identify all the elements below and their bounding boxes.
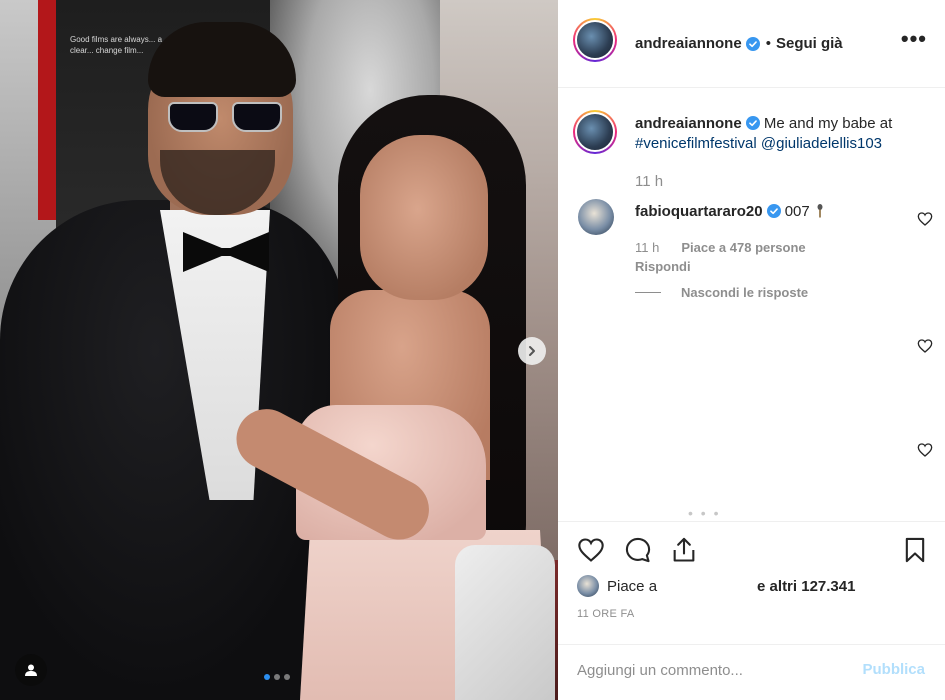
likes-summary[interactable]: Piace a e altri 127.341 — [577, 575, 855, 597]
carousel-indicator — [264, 674, 290, 680]
post-header: andreaiannone • Segui già ••• — [558, 0, 945, 88]
chevron-right-icon — [529, 346, 535, 356]
post-photo[interactable]: Good films are always... a clear... chan… — [0, 0, 558, 700]
hide-replies-button[interactable]: Nascondi le risposte — [635, 285, 808, 300]
caption-hashtag[interactable]: #venicefilmfestival — [635, 135, 757, 152]
liker-avatar — [577, 575, 599, 597]
carousel-dot — [264, 674, 270, 680]
post-details-panel: andreaiannone • Segui già ••• andreaiann… — [558, 0, 945, 700]
caption-author-avatar[interactable] — [573, 110, 617, 154]
caption-text: Me and my babe at — [763, 115, 893, 132]
woman-face — [360, 135, 488, 300]
reply-button[interactable]: Rispondi — [635, 259, 691, 274]
like-heart-icon[interactable] — [577, 536, 605, 564]
comment-likes-count[interactable]: Piace a 478 persone — [681, 240, 805, 255]
comment-like-icon[interactable] — [917, 211, 933, 227]
photo-red-banner — [38, 0, 56, 220]
woman-bag — [455, 545, 555, 700]
caption-timestamp: 11 h — [635, 173, 664, 190]
commenter-avatar[interactable] — [578, 199, 614, 235]
add-comment-bar: Pubblica — [558, 644, 945, 700]
microphone-emoji-icon — [817, 204, 823, 218]
hide-replies-label: Nascondi le risposte — [681, 285, 809, 300]
comment-bubble-icon[interactable] — [624, 536, 652, 564]
reply-like-icon[interactable] — [917, 338, 933, 354]
publish-button[interactable]: Pubblica — [862, 661, 925, 678]
bookmark-icon[interactable] — [901, 536, 929, 564]
verified-badge-icon — [766, 204, 781, 218]
share-icon[interactable] — [670, 536, 698, 564]
likes-prefix: Piace a — [607, 577, 658, 595]
commenter-username[interactable]: fabioquartararo20 — [635, 203, 763, 220]
load-more-indicator: • • • — [688, 505, 721, 521]
following-button[interactable]: Segui già — [776, 35, 843, 52]
verified-badge-icon — [745, 116, 760, 130]
author-username[interactable]: andreaiannone — [635, 35, 742, 52]
tagged-users-button[interactable] — [15, 654, 47, 686]
more-options-button[interactable]: ••• — [901, 28, 927, 50]
header-separator: • — [765, 35, 771, 52]
man-sunglasses — [168, 98, 284, 134]
carousel-dot — [284, 674, 290, 680]
user-icon — [25, 664, 37, 676]
caption-mention[interactable]: @giuliadelellis103 — [761, 135, 882, 152]
comment-timestamp: 11 h — [635, 240, 660, 255]
comment-text: 007 — [784, 203, 810, 220]
divider — [635, 292, 661, 293]
post-date: 11 ORE FA — [577, 608, 635, 620]
carousel-dot — [274, 674, 280, 680]
verified-badge-icon — [745, 36, 760, 51]
reply-like-icon[interactable] — [917, 442, 933, 458]
post-actions: Piace a e altri 127.341 11 ORE FA — [558, 521, 945, 631]
likes-count: e altri 127.341 — [757, 577, 856, 595]
author-avatar[interactable] — [573, 18, 617, 62]
next-photo-button[interactable] — [518, 337, 546, 365]
caption-username[interactable]: andreaiannone — [635, 115, 742, 132]
comment-input[interactable] — [577, 657, 837, 683]
